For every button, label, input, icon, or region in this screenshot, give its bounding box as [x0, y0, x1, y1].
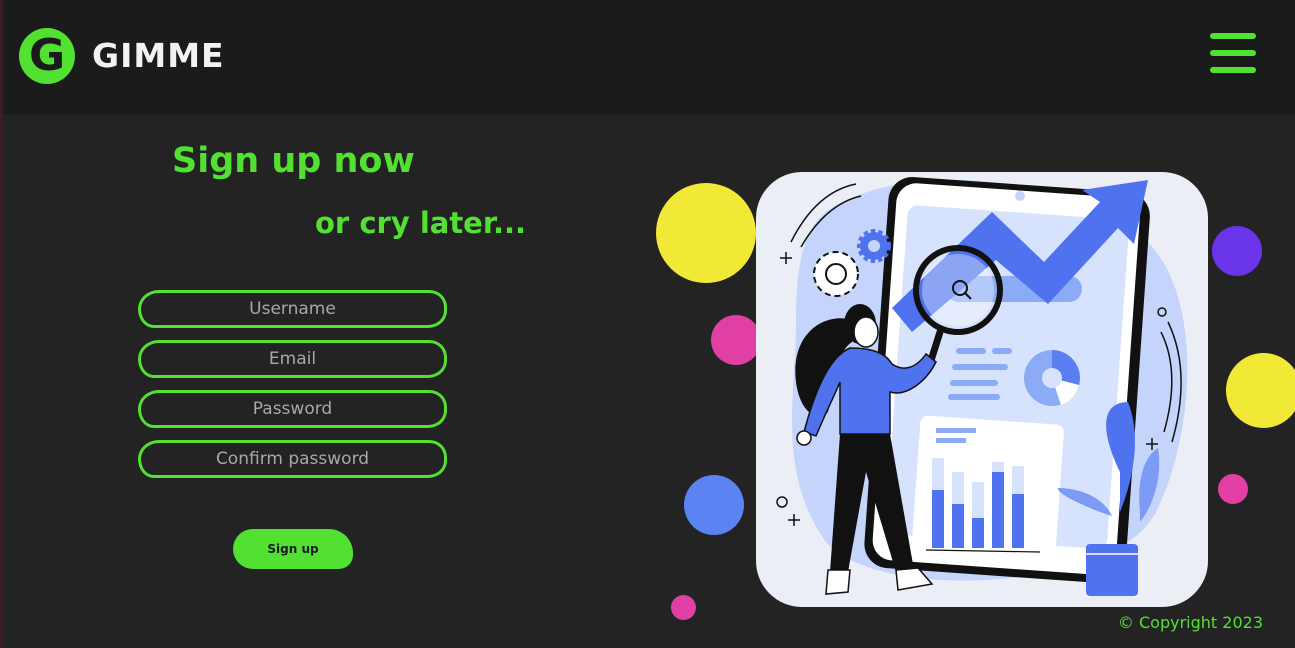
signup-page: G GIMME Sign up now or cry later... Sign…	[0, 0, 1295, 648]
decor-circle-pink-right	[1218, 474, 1248, 504]
navbar: G GIMME	[3, 0, 1295, 114]
email-input[interactable]	[138, 340, 447, 378]
menu-bar-top	[1210, 33, 1256, 39]
decor-circle-blue	[684, 475, 744, 535]
decor-circle-purple	[1212, 226, 1262, 276]
menu-bar-bottom	[1210, 67, 1256, 73]
analytics-illustration	[756, 172, 1208, 607]
confirm-password-input[interactable]	[138, 440, 447, 478]
decor-circle-yellow-large	[656, 183, 756, 283]
signup-button[interactable]: Sign up	[233, 529, 353, 569]
menu-bar-middle	[1210, 50, 1256, 56]
brand-name[interactable]: GIMME	[92, 36, 225, 75]
password-input[interactable]	[138, 390, 447, 428]
page-subtitle: or cry later...	[315, 206, 527, 240]
page-title: Sign up now	[172, 141, 415, 181]
decor-circle-pink-small	[671, 595, 696, 620]
decor-circle-pink	[711, 315, 761, 365]
hamburger-menu-icon[interactable]	[1210, 33, 1258, 77]
logo-icon[interactable]: G	[19, 28, 75, 84]
username-input[interactable]	[138, 290, 447, 328]
copyright-text: © Copyright 2023	[1117, 613, 1263, 632]
decor-circle-yellow-right	[1226, 353, 1295, 428]
